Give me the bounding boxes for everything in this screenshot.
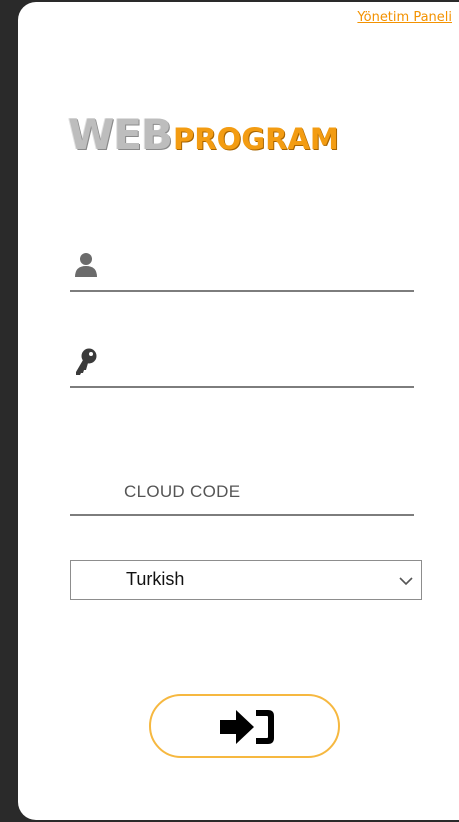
cloud-code-input[interactable]	[122, 476, 416, 508]
logo-web-text: WEB	[68, 110, 173, 159]
key-icon	[74, 348, 98, 375]
sign-in-icon	[218, 706, 276, 748]
window-background: Yönetim Paneli WEB PROGRAM CLOUD CODE Tu…	[0, 0, 459, 822]
login-panel: Yönetim Paneli WEB PROGRAM CLOUD CODE Tu…	[18, 2, 459, 820]
user-icon	[74, 252, 98, 278]
logo: WEB PROGRAM	[68, 110, 339, 162]
username-field	[70, 242, 414, 292]
language-select[interactable]: Turkish	[70, 560, 422, 600]
admin-panel-link[interactable]: Yönetim Paneli	[357, 10, 452, 25]
chevron-down-icon	[399, 573, 413, 586]
password-field	[70, 340, 414, 388]
login-button[interactable]	[149, 694, 340, 758]
password-input[interactable]	[114, 350, 408, 382]
username-input[interactable]	[114, 254, 408, 286]
logo-program-text: PROGRAM	[173, 122, 339, 156]
language-selected-value: Turkish	[126, 569, 185, 589]
cloud-code-field	[70, 470, 416, 516]
